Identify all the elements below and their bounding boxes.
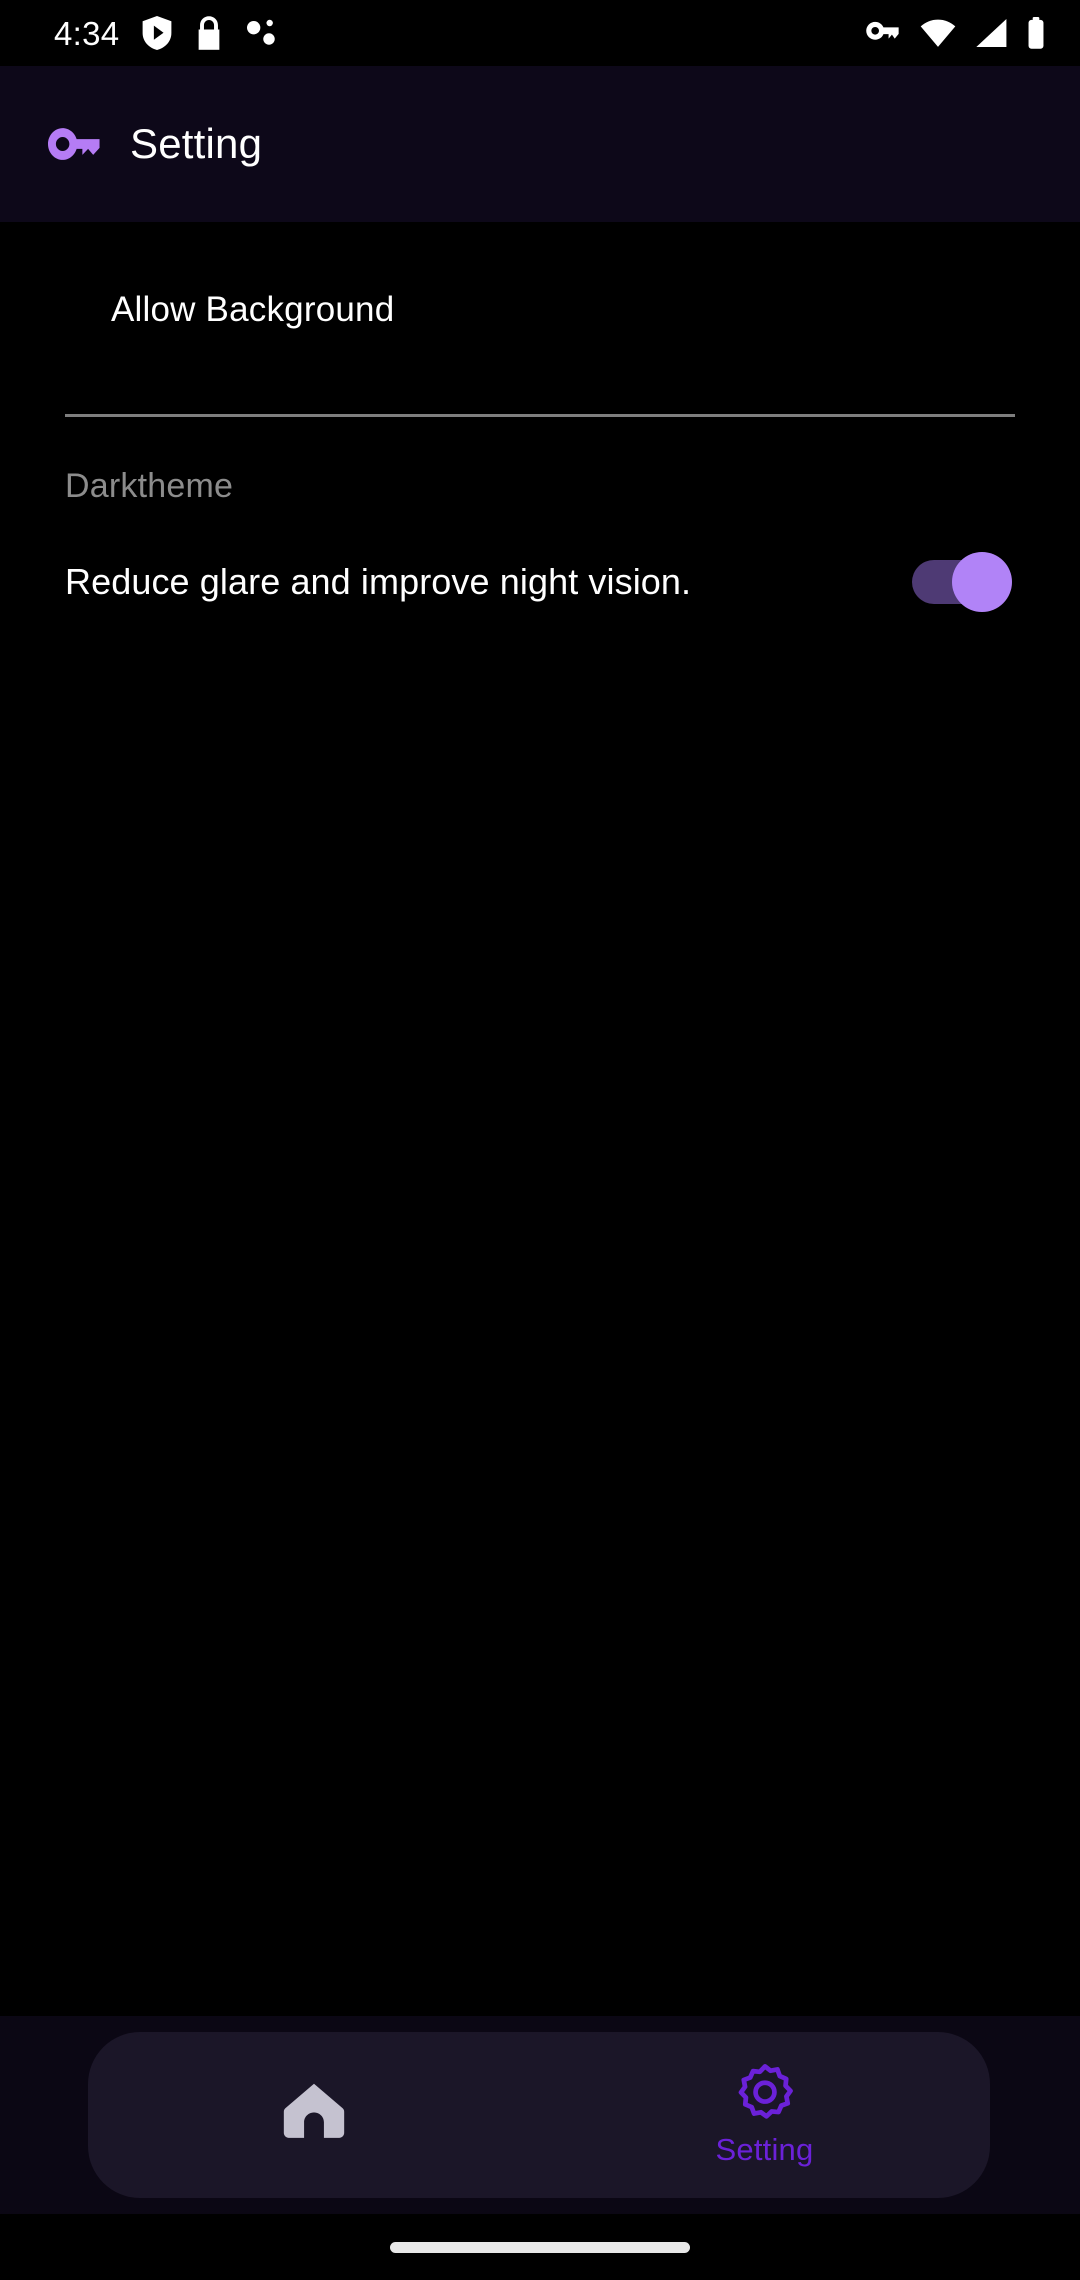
settings-content: Allow Background Darktheme Reduce glare …: [0, 222, 1080, 2280]
status-clock: 4:34: [54, 14, 120, 52]
dark-theme-toggle[interactable]: [912, 552, 1012, 612]
page-title: Setting: [130, 120, 263, 167]
bottom-nav-bar: Setting: [88, 2032, 990, 2198]
allow-background-row[interactable]: Allow Background: [0, 290, 1080, 400]
phone-screen: 4:34 Setting Allow Background Darktheme …: [0, 0, 1080, 2280]
status-bar: 4:34: [0, 0, 1080, 66]
nav-item-home[interactable]: [88, 2032, 539, 2198]
dark-theme-row[interactable]: Reduce glare and improve night vision.: [0, 552, 1080, 612]
vpn-key-icon: [864, 21, 902, 45]
play-protect-shield-icon: [141, 16, 173, 50]
nav-item-setting[interactable]: Setting: [539, 2032, 990, 2198]
bottom-nav-area: Setting: [0, 2016, 1080, 2214]
nav-label-setting: Setting: [715, 2132, 814, 2167]
debug-dots-icon: [245, 17, 277, 49]
key-icon: [48, 116, 104, 172]
gear-icon: [735, 2062, 795, 2124]
cellular-signal-icon: [974, 19, 1008, 47]
toggle-thumb: [952, 552, 1012, 612]
app-header: Setting: [0, 66, 1080, 222]
allow-background-label: Allow Background: [111, 290, 395, 329]
dark-theme-description: Reduce glare and improve night vision.: [65, 560, 692, 602]
gesture-nav-area: [0, 2214, 1080, 2280]
wifi-icon: [920, 19, 956, 47]
battery-icon: [1026, 17, 1046, 49]
allow-background-divider: [65, 414, 1015, 417]
dark-theme-section-label: Darktheme: [65, 467, 234, 505]
lock-icon: [195, 16, 223, 50]
home-icon: [283, 2080, 345, 2142]
status-bar-left: 4:34: [54, 16, 277, 50]
gesture-home-pill[interactable]: [390, 2241, 690, 2253]
status-bar-right: [864, 17, 1046, 49]
